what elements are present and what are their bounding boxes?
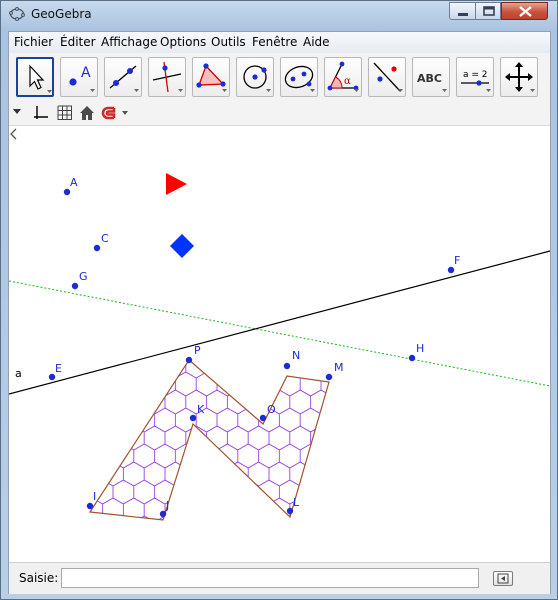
label-f: F: [454, 254, 460, 267]
menu-outils[interactable]: Outils: [211, 35, 246, 49]
point-a[interactable]: [63, 188, 71, 196]
point-n[interactable]: [283, 362, 291, 370]
label-line-a: a: [15, 367, 22, 380]
close-button[interactable]: [501, 2, 548, 20]
circle-center-point-icon: [243, 65, 271, 92]
tool-line[interactable]: [104, 57, 142, 97]
line-a[interactable]: [9, 250, 550, 395]
minimize-icon: [458, 13, 468, 16]
menu-bar: Fichier Éditer Affichage Options Outils …: [9, 32, 550, 54]
application-window: GeoGebra Fichier Éditer Affichage Option…: [0, 0, 558, 600]
reflect-about-line-icon: [373, 62, 403, 92]
label-h: H: [416, 342, 424, 355]
menu-affichage[interactable]: Affichage: [101, 35, 157, 49]
graphics-view[interactable]: A C G E F H P N M K O I J L a: [9, 126, 550, 562]
slider-icon: a = 2: [461, 70, 491, 92]
slider-tool-label: a = 2: [463, 70, 488, 80]
label-k: K: [197, 403, 205, 416]
menu-fenetre[interactable]: Fenêtre: [252, 35, 297, 49]
text-tool-label: ABC: [417, 72, 442, 85]
input-help-icon: [497, 573, 509, 584]
geometry-canvas[interactable]: A C G E F H P N M K O I J L a: [9, 126, 550, 562]
tool-reflect[interactable]: [368, 57, 406, 97]
label-l: L: [293, 496, 300, 509]
point-f[interactable]: [447, 266, 455, 274]
ellipse-icon: [284, 65, 315, 92]
blue-diamond[interactable]: [170, 234, 194, 258]
window-title: GeoGebra: [31, 7, 92, 21]
stylebar-toggle-icon[interactable]: [12, 108, 22, 116]
tool-ellipse[interactable]: [280, 57, 318, 97]
new-point-icon: A: [69, 65, 95, 92]
label-i: I: [93, 490, 96, 503]
menu-editer[interactable]: Éditer: [60, 35, 96, 49]
angle-icon: α: [327, 61, 359, 92]
app-content: Fichier Éditer Affichage Options Outils …: [8, 31, 551, 594]
input-field[interactable]: [61, 568, 479, 588]
polygon-icon: [196, 63, 227, 92]
style-bar: [9, 101, 550, 126]
tool-perpendicular[interactable]: [148, 57, 186, 97]
tool-angle[interactable]: α: [324, 57, 362, 97]
collapse-side-panel-icon[interactable]: [9, 126, 18, 142]
menu-aide[interactable]: Aide: [303, 35, 330, 49]
menu-options[interactable]: Options: [160, 35, 206, 49]
perpendicular-line-icon: [152, 61, 183, 93]
minimize-button[interactable]: [449, 2, 476, 20]
point-i[interactable]: [86, 502, 94, 510]
menu-fichier[interactable]: Fichier: [14, 35, 53, 49]
tool-new-point[interactable]: A: [60, 57, 98, 97]
label-a: A: [70, 176, 78, 189]
move-arrow-icon: [29, 64, 52, 93]
angle-tool-label: α: [344, 76, 351, 87]
maximize-button[interactable]: [475, 2, 501, 20]
grid-icon[interactable]: [56, 104, 74, 122]
home-view-icon[interactable]: [78, 104, 96, 122]
red-triangle[interactable]: [166, 173, 187, 195]
title-bar[interactable]: GeoGebra: [1, 1, 557, 29]
label-e: E: [55, 362, 62, 375]
point-m[interactable]: [325, 373, 333, 381]
point-capturing-magnet-icon[interactable]: [101, 104, 131, 122]
input-bar: Saisie:: [9, 562, 550, 594]
input-label: Saisie:: [19, 571, 59, 585]
tool-text[interactable]: ABC: [412, 57, 450, 97]
point-c[interactable]: [93, 244, 101, 252]
move-graphics-view-icon: [505, 62, 535, 92]
point-g[interactable]: [71, 282, 79, 290]
close-icon: [519, 6, 532, 17]
label-n: N: [292, 349, 300, 362]
tool-move[interactable]: [16, 57, 54, 97]
point-o[interactable]: [259, 414, 267, 422]
tool-bar: A α ABC a = 2: [9, 53, 550, 101]
tool-polygon[interactable]: [192, 57, 230, 97]
dotted-line-gh[interactable]: [9, 280, 550, 387]
text-icon: ABC: [417, 72, 447, 92]
label-o: O: [267, 403, 276, 416]
label-m: M: [334, 361, 344, 374]
label-j: J: [165, 499, 169, 512]
point-k[interactable]: [189, 414, 197, 422]
label-g: G: [79, 270, 88, 283]
point-h[interactable]: [408, 354, 416, 362]
point-p[interactable]: [185, 356, 193, 364]
line-through-points-icon: [109, 65, 139, 92]
geogebra-app-icon: [9, 7, 25, 21]
tool-move-graphics-view[interactable]: [500, 57, 538, 97]
label-c: C: [101, 232, 109, 245]
tool-circle[interactable]: [236, 57, 274, 97]
maximize-icon: [483, 6, 495, 16]
point-tool-label: A: [81, 65, 91, 81]
axes-icon[interactable]: [32, 104, 50, 122]
tool-slider[interactable]: a = 2: [456, 57, 494, 97]
input-help-button[interactable]: [493, 571, 513, 586]
label-p: P: [194, 344, 201, 357]
